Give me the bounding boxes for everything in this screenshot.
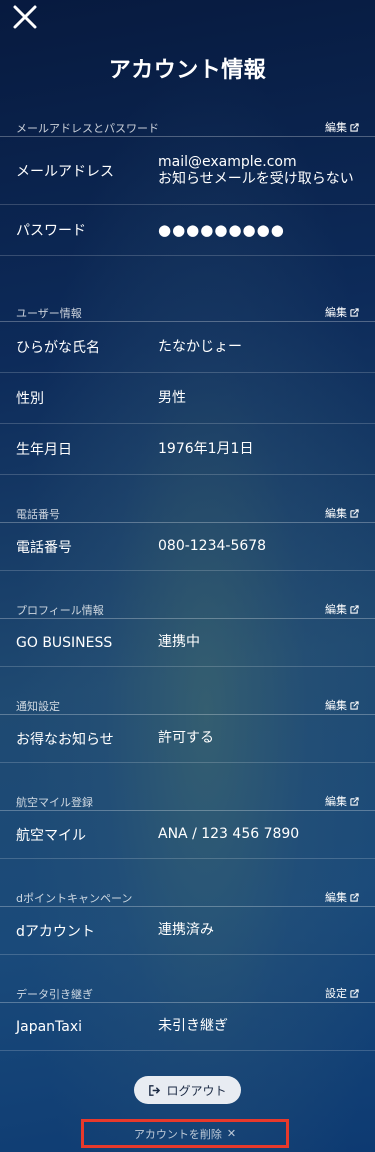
row-label: ひらがな氏名 [16,340,100,356]
section-title: 通知設定 [16,700,60,713]
row-value: 未引き継ぎ [158,1018,228,1034]
row-d-account[interactable]: dアカウント 連携済み [0,907,375,955]
section-title: 航空マイル登録 [16,796,93,809]
section-header-airline-miles: 航空マイル登録 編集 [0,785,375,811]
section-header-phone: 電話番号 編集 [0,497,375,523]
row-label: 航空マイル [16,827,86,844]
row-label: メールアドレス [16,163,114,180]
edit-label: 編集 [325,603,347,616]
edit-icon [350,307,359,317]
edit-icon [350,796,359,806]
section-header-email-password: メールアドレスとパスワード 編集 [0,111,375,137]
edit-profile-button[interactable]: 編集 [325,601,359,617]
row-value: 080-1234-5678 [158,538,267,554]
edit-airline-miles-button[interactable]: 編集 [325,793,359,809]
edit-label: 編集 [325,699,347,712]
edit-icon [350,508,359,518]
settings-data-transfer-button[interactable]: 設定 [325,985,359,1001]
section-header-profile: プロフィール情報 編集 [0,593,375,619]
row-value: 許可する [158,730,214,746]
section-title: プロフィール情報 [16,604,104,617]
edit-notifications-button[interactable]: 編集 [325,697,359,713]
email-value: mail@example.com お知らせメールを受け取らない [158,154,354,188]
close-icon[interactable] [10,2,40,32]
section-title: dポイントキャンペーン [16,892,133,905]
email-notification-setting: お知らせメールを受け取らない [158,171,354,187]
delete-account-button[interactable]: アカウントを削除 ✕ [81,1119,289,1148]
section-header-data-transfer: データ引き継ぎ 設定 [0,977,375,1003]
edit-icon [350,122,359,132]
edit-phone-button[interactable]: 編集 [325,505,359,521]
section-title: ユーザー情報 [16,307,82,320]
row-email[interactable]: メールアドレス mail@example.com お知らせメールを受け取らない [0,137,375,205]
row-label: 生年月日 [16,442,72,458]
row-value: 連携中 [158,634,200,650]
page-title: アカウント情報 [108,58,267,83]
edit-email-password-button[interactable]: 編集 [325,119,359,135]
row-value: 男性 [158,389,186,406]
row-phone[interactable]: 電話番号 080-1234-5678 [0,523,375,571]
edit-user-info-button[interactable]: 編集 [325,304,359,320]
edit-label: 編集 [325,795,347,808]
edit-label: 編集 [325,507,347,520]
row-value: ANA / 123 456 7890 [158,826,300,842]
row-promotions[interactable]: お得なお知らせ 許可する [0,715,375,763]
section-header-notifications: 通知設定 編集 [0,689,375,715]
row-value: 連携済み [158,922,214,938]
section-header-user-info: ユーザー情報 編集 [0,296,375,322]
edit-icon [350,604,359,614]
row-airline-miles[interactable]: 航空マイル ANA / 123 456 7890 [0,811,375,859]
row-gender[interactable]: 性別 男性 [0,373,375,424]
row-label: 電話番号 [16,539,72,556]
edit-icon [350,892,359,902]
section-title: 電話番号 [16,508,60,521]
close-icon: ✕ [226,1127,237,1140]
edit-label: 編集 [325,891,347,904]
password-dots: ●●●●●●●●● [158,220,285,239]
edit-icon [350,700,359,710]
logout-container: ログアウト [0,1076,375,1104]
section-title: メールアドレスとパスワード [16,122,159,135]
row-japantaxi[interactable]: JapanTaxi 未引き継ぎ [0,1003,375,1051]
row-label: JapanTaxi [16,1018,83,1035]
logout-label: ログアウト [166,1083,227,1098]
section-title: データ引き継ぎ [16,988,93,1001]
section-header-dpoint: dポイントキャンペーン 編集 [0,881,375,907]
settings-label: 設定 [325,987,347,1000]
logout-button[interactable]: ログアウト [134,1076,241,1104]
edit-icon [350,988,359,998]
email-address: mail@example.com [158,154,297,170]
row-go-business[interactable]: GO BUSINESS 連携中 [0,619,375,667]
delete-account-label: アカウントを削除 [133,1127,222,1141]
row-label: GO BUSINESS [16,634,113,651]
row-hiragana-name[interactable]: ひらがな氏名 たなかじょー [0,322,375,373]
edit-label: 編集 [325,121,347,134]
row-label: お得なお知らせ [16,731,114,748]
account-sections: メールアドレスとパスワード 編集 メールアドレス mail@example.co… [0,111,375,1051]
logout-icon [149,1084,161,1096]
edit-dpoint-button[interactable]: 編集 [325,889,359,905]
top-bar: アカウント情報 [0,0,375,110]
row-password[interactable]: パスワード ●●●●●●●●● [0,205,375,256]
row-label: 性別 [16,391,44,407]
row-label: dアカウント [16,923,95,940]
row-birthdate[interactable]: 生年月日 1976年1月1日 [0,424,375,475]
row-value: たなかじょー [158,338,242,355]
row-label: パスワード [16,223,86,239]
edit-label: 編集 [325,306,347,319]
row-value: 1976年1月1日 [158,440,254,457]
